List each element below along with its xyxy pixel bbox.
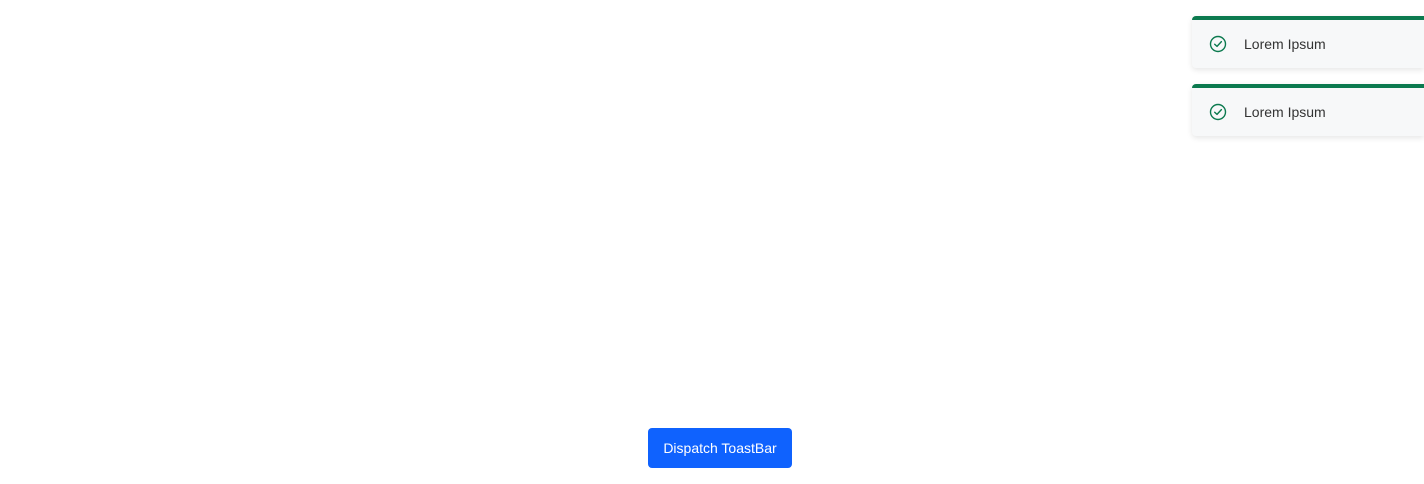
toast-stack: Lorem Ipsum Lorem Ipsum — [1192, 16, 1424, 152]
toast-notification[interactable]: Lorem Ipsum — [1192, 84, 1424, 136]
toast-message: Lorem Ipsum — [1244, 104, 1326, 120]
toast-message: Lorem Ipsum — [1244, 36, 1326, 52]
check-circle-icon — [1209, 103, 1227, 121]
check-circle-icon — [1209, 35, 1227, 53]
toast-notification[interactable]: Lorem Ipsum — [1192, 16, 1424, 68]
dispatch-toastbar-button[interactable]: Dispatch ToastBar — [648, 428, 792, 468]
